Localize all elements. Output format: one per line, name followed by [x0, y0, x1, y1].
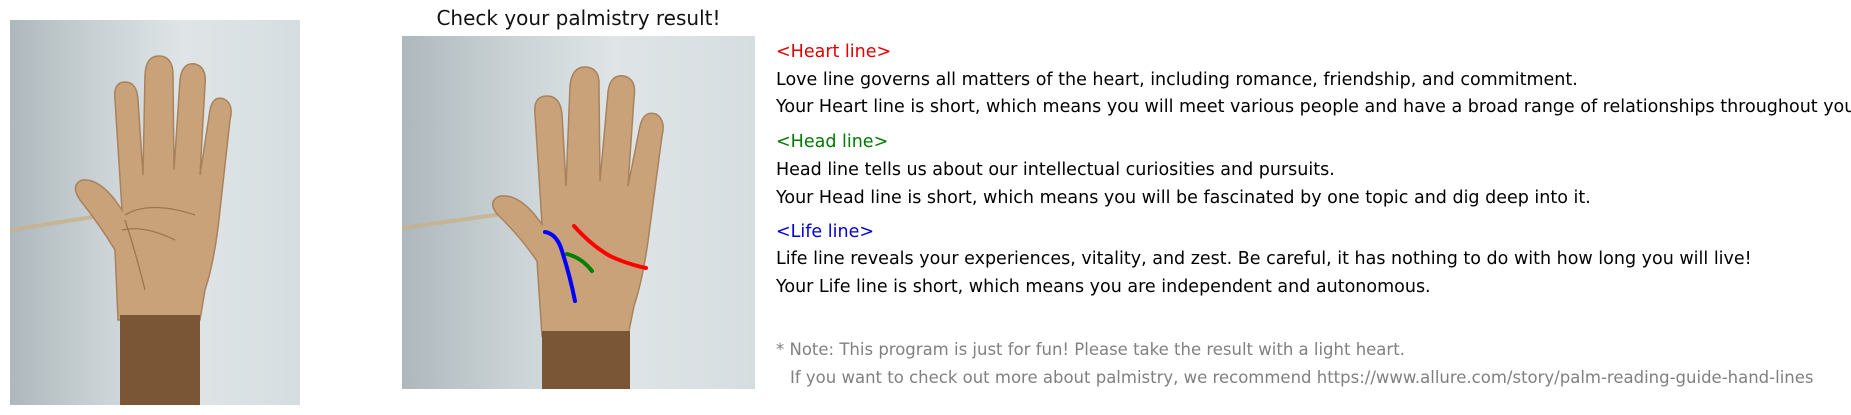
heart-line-header: <Heart line> — [776, 42, 892, 62]
head-line-header: <Head line> — [776, 132, 889, 152]
head-line-result: Your Head line is short, which means you… — [776, 188, 1591, 208]
heart-line-description: Love line governs all matters of the hea… — [776, 70, 1578, 90]
original-palm-image — [10, 20, 300, 405]
result-palm-image — [402, 36, 755, 389]
life-line-result: Your Life line is short, which means you… — [776, 277, 1431, 297]
heart-line-result: Your Heart line is short, which means yo… — [776, 97, 1851, 117]
life-line-header: <Life line> — [776, 222, 875, 242]
note-disclaimer: * Note: This program is just for fun! Pl… — [776, 340, 1405, 359]
head-line-description: Head line tells us about our intellectua… — [776, 160, 1335, 180]
page-title: Check your palmistry result! — [436, 6, 721, 30]
note-reference: If you want to check out more about palm… — [790, 368, 1814, 387]
life-line-description: Life line reveals your experiences, vita… — [776, 249, 1752, 269]
